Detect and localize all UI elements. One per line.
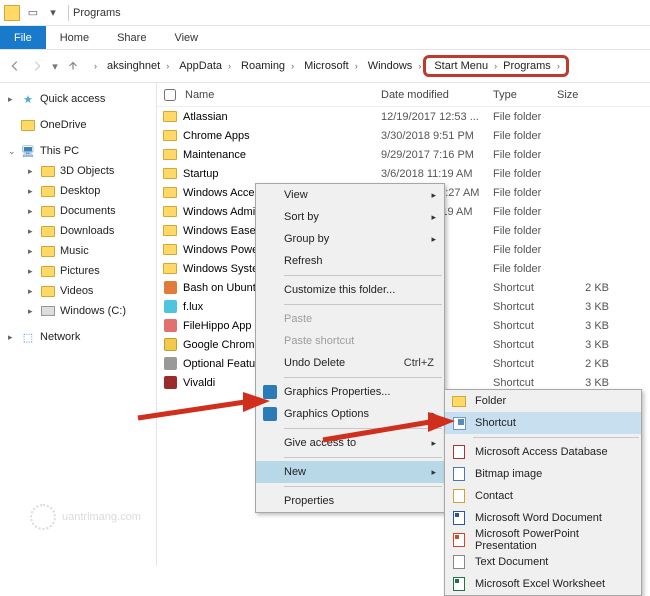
sidebar-item[interactable]: ▸Pictures bbox=[0, 261, 156, 281]
sidebar-item[interactable]: ▸3D Objects bbox=[0, 161, 156, 181]
menu-item[interactable]: New▸ bbox=[256, 461, 444, 483]
sidebar-item[interactable]: ▸Documents bbox=[0, 201, 156, 221]
ribbon: File Home Share View bbox=[0, 26, 650, 50]
menu-item[interactable]: Group by▸ bbox=[256, 228, 444, 250]
menu-item: Paste bbox=[256, 308, 444, 330]
col-size[interactable]: Size bbox=[557, 89, 617, 101]
forward-button[interactable] bbox=[26, 55, 48, 77]
menu-item[interactable]: Text Document bbox=[445, 551, 641, 573]
menu-item[interactable]: Microsoft Access Database bbox=[445, 441, 641, 463]
menu-item[interactable]: Graphics Options▸ bbox=[256, 403, 444, 425]
navbar: ▾ ›aksinghnet›AppData›Roaming›Microsoft›… bbox=[0, 50, 650, 83]
menu-item[interactable]: Properties bbox=[256, 490, 444, 512]
menu-item: Paste shortcut bbox=[256, 330, 444, 352]
sidebar-item[interactable]: ▸Downloads bbox=[0, 221, 156, 241]
folder-icon bbox=[4, 5, 20, 21]
table-row[interactable]: Chrome Apps3/30/2018 9:51 PMFile folder bbox=[157, 126, 650, 145]
watermark: uantrimang.com bbox=[30, 504, 141, 530]
menu-item[interactable]: Refresh bbox=[256, 250, 444, 272]
menu-item[interactable]: Folder bbox=[445, 390, 641, 412]
tab-home[interactable]: Home bbox=[46, 26, 103, 49]
recent-dropdown[interactable]: ▾ bbox=[48, 55, 62, 77]
breadcrumb-segment[interactable]: Roaming› bbox=[235, 58, 298, 74]
menu-item[interactable]: Microsoft Word Document bbox=[445, 507, 641, 529]
menu-item[interactable]: View▸ bbox=[256, 184, 444, 206]
breadcrumb-segment[interactable]: Start Menu› bbox=[430, 60, 499, 72]
sidebar-item[interactable]: ▸Desktop bbox=[0, 181, 156, 201]
menu-item[interactable]: Sort by▸ bbox=[256, 206, 444, 228]
titlebar: ▭ ▾ Programs bbox=[0, 0, 650, 26]
table-row[interactable]: Maintenance9/29/2017 7:16 PMFile folder bbox=[157, 145, 650, 164]
menu-item[interactable]: Microsoft Excel Worksheet bbox=[445, 573, 641, 595]
divider bbox=[68, 5, 69, 21]
table-row[interactable]: Startup3/6/2018 11:19 AMFile folder bbox=[157, 164, 650, 183]
sidebar-item[interactable]: ▸Windows (C:) bbox=[0, 301, 156, 321]
tab-share[interactable]: Share bbox=[103, 26, 160, 49]
sidebar-label: This PC bbox=[40, 145, 79, 157]
menu-item[interactable]: Customize this folder... bbox=[256, 279, 444, 301]
menu-item[interactable]: Graphics Properties... bbox=[256, 381, 444, 403]
col-date[interactable]: Date modified bbox=[381, 89, 493, 101]
menu-item[interactable]: Shortcut bbox=[445, 412, 641, 434]
qat-dropdown-icon[interactable]: ▾ bbox=[44, 4, 62, 22]
menu-item[interactable]: Give access to▸ bbox=[256, 432, 444, 454]
table-row[interactable]: Atlassian12/19/2017 12:53 ...File folder bbox=[157, 107, 650, 126]
breadcrumb-segment[interactable]: Programs› bbox=[499, 60, 562, 72]
window-title: Programs bbox=[73, 7, 121, 19]
sidebar-item[interactable]: ▸Videos bbox=[0, 281, 156, 301]
column-headers: Name Date modified Type Size bbox=[157, 83, 650, 107]
up-button[interactable] bbox=[62, 55, 84, 77]
sidebar-label: Network bbox=[40, 331, 80, 343]
sidebar-this-pc[interactable]: ⌄🖥This PC bbox=[0, 141, 156, 161]
menu-item[interactable]: Undo DeleteCtrl+Z bbox=[256, 352, 444, 374]
breadcrumb[interactable]: ›aksinghnet›AppData›Roaming›Microsoft›Wi… bbox=[90, 55, 646, 77]
breadcrumb-segment[interactable]: aksinghnet› bbox=[101, 58, 173, 74]
col-name[interactable]: Name bbox=[183, 89, 381, 101]
back-button[interactable] bbox=[4, 55, 26, 77]
qat-props-icon[interactable]: ▭ bbox=[24, 4, 42, 22]
col-type[interactable]: Type bbox=[493, 89, 557, 101]
menu-item[interactable]: Contact bbox=[445, 485, 641, 507]
sidebar-item[interactable]: ▸Music bbox=[0, 241, 156, 261]
sidebar-label: Quick access bbox=[40, 93, 105, 105]
file-tab[interactable]: File bbox=[0, 26, 46, 49]
sidebar-onedrive[interactable]: OneDrive bbox=[0, 115, 156, 135]
gear-icon bbox=[30, 504, 56, 530]
context-menu: View▸Sort by▸Group by▸Refresh Customize t… bbox=[255, 183, 445, 513]
folder-icon bbox=[21, 120, 35, 131]
breadcrumb-segment[interactable]: AppData› bbox=[173, 58, 235, 74]
new-submenu: FolderShortcut Microsoft Access DatabaseB… bbox=[444, 389, 642, 596]
sidebar: ▸★Quick access OneDrive ⌄🖥This PC ▸3D Ob… bbox=[0, 83, 157, 566]
sidebar-network[interactable]: ▸⬚Network bbox=[0, 327, 156, 347]
sidebar-quick-access[interactable]: ▸★Quick access bbox=[0, 89, 156, 109]
breadcrumb-segment[interactable]: Windows› bbox=[362, 58, 426, 74]
breadcrumb-segment[interactable]: Microsoft› bbox=[298, 58, 362, 74]
tab-view[interactable]: View bbox=[160, 26, 212, 49]
menu-item[interactable]: Bitmap image bbox=[445, 463, 641, 485]
sidebar-label: OneDrive bbox=[40, 119, 86, 131]
select-all-checkbox[interactable] bbox=[164, 89, 176, 101]
menu-item[interactable]: Microsoft PowerPoint Presentation bbox=[445, 529, 641, 551]
